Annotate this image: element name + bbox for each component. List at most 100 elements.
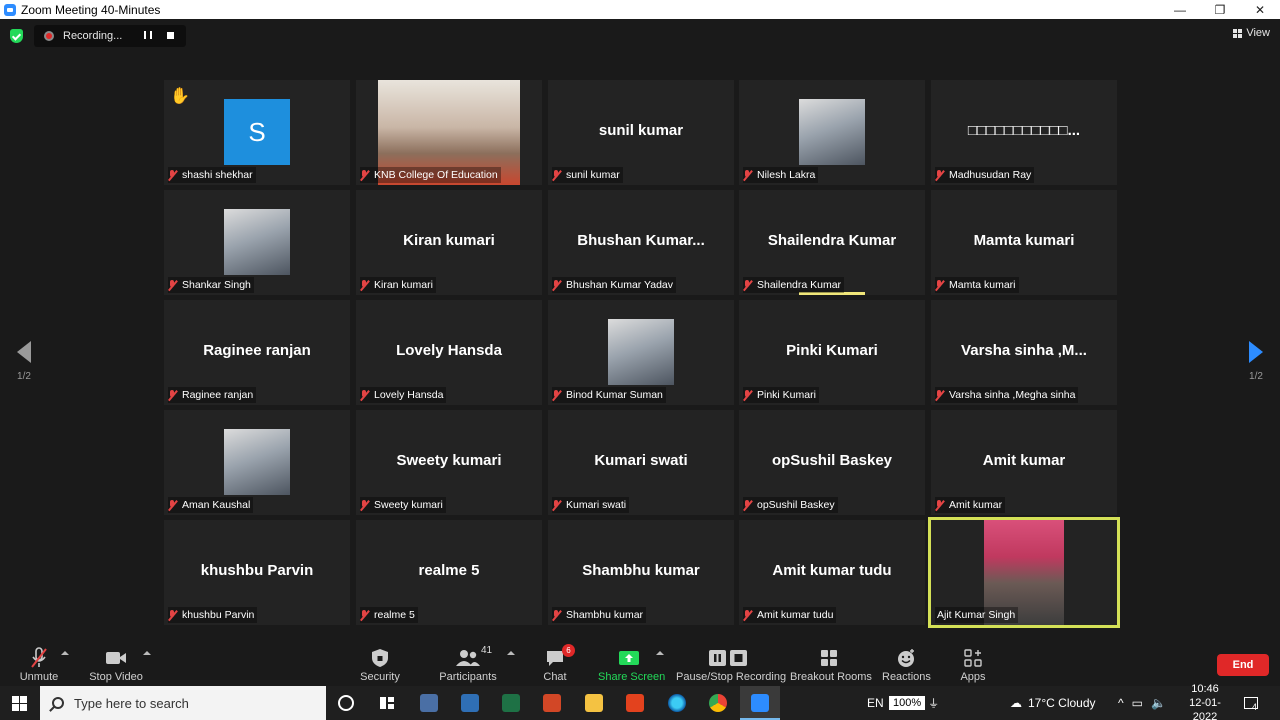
participant-tile[interactable]: Kumari swati Kumari swati	[548, 410, 734, 515]
file-explorer-icon[interactable]	[585, 694, 603, 712]
cortana-circle-icon[interactable]	[338, 695, 354, 711]
participant-tile[interactable]: Shambhu kumar Shambhu kumar	[548, 520, 734, 625]
arrow-left-icon	[17, 341, 31, 363]
microphone-muted-icon	[743, 389, 752, 401]
battery-indicator[interactable]: 100% ⏚	[889, 686, 939, 720]
minimize-button[interactable]: —	[1160, 0, 1200, 19]
participants-button[interactable]: 41 Participants	[439, 645, 497, 683]
window-controls: — ❐ ✕	[1160, 0, 1280, 19]
recording-dot-icon	[44, 31, 54, 41]
pause-stop-recording-button[interactable]: Pause/Stop Recording	[676, 647, 786, 683]
pause-recording-icon[interactable]	[144, 31, 152, 39]
participant-tile[interactable]: Shankar Singh	[164, 190, 350, 295]
notifications-count: 4	[1252, 702, 1258, 712]
search-placeholder: Type here to search	[74, 695, 189, 711]
participant-tile[interactable]: Aman Kaushal	[164, 410, 350, 515]
participant-name: Ajit Kumar Singh	[937, 609, 1016, 621]
security-button[interactable]: Security	[358, 647, 402, 683]
participant-tile[interactable]: realme 5 realme 5	[356, 520, 542, 625]
participant-tile[interactable]: Shailendra Kumar Shailendra Kumar	[739, 190, 925, 295]
participant-name-label: Sweety kumari	[360, 497, 446, 513]
reactions-button[interactable]: Reactions	[882, 647, 931, 683]
windows-taskbar: Type here to search EN 100% ⏚ ☁ 17°C Clo…	[0, 683, 1280, 720]
chat-button[interactable]: 6 Chat	[540, 644, 575, 683]
participant-display-name: Sweety kumari	[396, 452, 502, 469]
notifications-button[interactable]: 4	[1244, 686, 1258, 720]
participant-tile[interactable]: Raginee ranjan Raginee ranjan	[164, 300, 350, 405]
clock-date: 12-01-2022	[1189, 697, 1221, 720]
video-options-chevron-icon[interactable]	[143, 651, 151, 655]
participant-tile[interactable]: S ✋ shashi shekhar	[164, 80, 350, 185]
view-button[interactable]: View	[1233, 27, 1270, 39]
participant-tile[interactable]: Varsha sinha ,M... Varsha sinha ,Megha si…	[931, 300, 1117, 405]
share-options-chevron-icon[interactable]	[656, 651, 664, 655]
participant-name-label: Aman Kaushal	[168, 497, 254, 513]
next-page-button[interactable]: 1/2	[1246, 341, 1266, 382]
participant-tile[interactable]: Amit kumar Amit kumar	[931, 410, 1117, 515]
unmute-button[interactable]: Unmute	[18, 647, 60, 683]
volume-icon[interactable]: 🔈	[1151, 696, 1166, 710]
participant-tile[interactable]: sunil kumar sunil kumar	[548, 80, 734, 185]
participants-options-chevron-icon[interactable]	[507, 651, 515, 655]
microphone-muted-icon	[360, 609, 369, 621]
participant-tile[interactable]: Bhushan Kumar... Bhushan Kumar Yadav	[548, 190, 734, 295]
powerpoint-icon[interactable]	[543, 694, 561, 712]
edge-browser-icon[interactable]	[668, 694, 686, 712]
weather-text: 17°C Cloudy	[1028, 696, 1096, 710]
participant-tile[interactable]: Mamta kumari Mamta kumari	[931, 190, 1117, 295]
participant-tile[interactable]: Lovely Hansda Lovely Hansda	[356, 300, 542, 405]
microsoft-store-icon[interactable]	[461, 694, 479, 712]
participant-name: Aman Kaushal	[182, 499, 251, 511]
windows-start-icon[interactable]	[12, 696, 27, 711]
participant-tile[interactable]: Nilesh Lakra	[739, 80, 925, 185]
taskbar-clock[interactable]: 10:46 12-01-2022	[1180, 683, 1230, 720]
microphone-muted-icon	[360, 389, 369, 401]
stop-video-button[interactable]: Stop Video	[88, 647, 144, 683]
previous-page-button[interactable]: 1/2	[14, 341, 34, 382]
participant-name-label: KNB College Of Education	[360, 167, 501, 183]
taskbar-search-box[interactable]: Type here to search	[40, 686, 326, 720]
close-button[interactable]: ✕	[1240, 0, 1280, 19]
participant-display-name: Kiran kumari	[403, 232, 495, 249]
microphone-muted-icon	[168, 389, 177, 401]
participant-display-name: opSushil Baskey	[771, 452, 893, 469]
breakout-rooms-button[interactable]: Breakout Rooms	[790, 647, 872, 683]
participant-name: Varsha sinha ,Megha sinha	[949, 389, 1076, 401]
audio-options-chevron-icon[interactable]	[61, 651, 69, 655]
office-icon[interactable]	[626, 694, 644, 712]
breakout-rooms-icon	[821, 650, 837, 666]
participant-tile[interactable]: Amit kumar tudu Amit kumar tudu	[739, 520, 925, 625]
participant-name-label: Kumari swati	[552, 497, 630, 513]
battery-tray-icon[interactable]: ▭	[1132, 696, 1143, 710]
participant-tile[interactable]: Ajit Kumar Singh	[928, 517, 1120, 628]
participant-name: Shambhu kumar	[566, 609, 644, 621]
control-panel-icon[interactable]	[420, 694, 438, 712]
participant-tile[interactable]: Binod Kumar Suman	[548, 300, 734, 405]
participant-tile[interactable]: KNB College Of Education	[356, 80, 542, 185]
task-view-icon[interactable]	[378, 694, 396, 712]
encryption-shield-icon[interactable]	[10, 29, 23, 43]
participant-display-name: sunil kumar	[598, 122, 684, 139]
participant-tile[interactable]: Sweety kumari Sweety kumari	[356, 410, 542, 515]
apps-button[interactable]: Apps	[958, 647, 988, 683]
stop-recording-icon[interactable]	[167, 32, 174, 39]
participant-tile[interactable]: □□□□□□□□□□□... Madhusudan Ray	[931, 80, 1117, 185]
participant-display-name: Amit kumar tudu	[772, 562, 892, 579]
share-screen-button[interactable]: Share Screen	[598, 647, 665, 683]
participant-name-label: Kiran kumari	[360, 277, 436, 293]
end-meeting-button[interactable]: End	[1217, 654, 1269, 676]
zoom-taskbar-icon[interactable]	[751, 694, 769, 712]
participant-tile[interactable]: Kiran kumari Kiran kumari	[356, 190, 542, 295]
language-indicator[interactable]: EN	[867, 686, 884, 720]
participant-tile[interactable]: khushbu Parvin khushbu Parvin	[164, 520, 350, 625]
participant-display-name: Pinki Kumari	[786, 342, 878, 359]
chrome-browser-icon[interactable]	[709, 694, 727, 712]
weather-widget[interactable]: ☁ 17°C Cloudy	[1010, 686, 1096, 720]
participant-tile[interactable]: Pinki Kumari Pinki Kumari	[739, 300, 925, 405]
participant-photo	[224, 209, 290, 275]
maximize-button[interactable]: ❐	[1200, 0, 1240, 19]
chat-label: Chat	[543, 671, 567, 683]
excel-icon[interactable]	[502, 694, 520, 712]
show-hidden-icons-chevron-icon[interactable]: ^	[1118, 696, 1124, 710]
participant-tile[interactable]: opSushil Baskey opSushil Baskey	[739, 410, 925, 515]
